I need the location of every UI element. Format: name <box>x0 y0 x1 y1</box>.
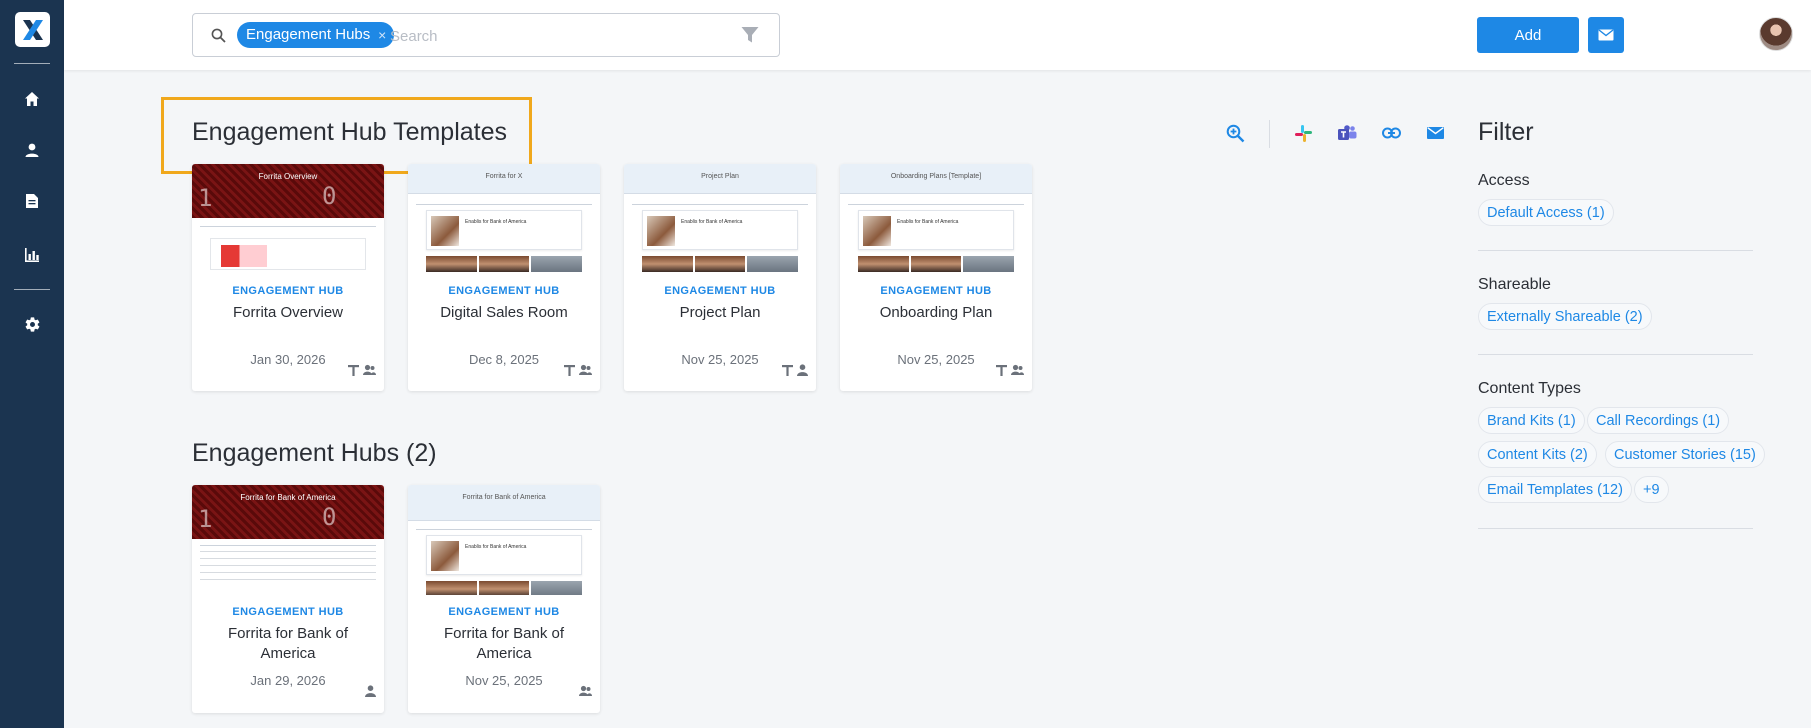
document-icon[interactable] <box>20 189 44 213</box>
search-bar[interactable]: Engagement Hubs × <box>192 13 780 57</box>
analytics-icon[interactable] <box>20 243 44 267</box>
card-title: Digital Sales Room <box>440 304 568 321</box>
filter-pill-externally-shareable[interactable]: Externally Shareable (2) <box>1478 303 1652 330</box>
shareable-label: Shareable <box>1478 276 1551 293</box>
card-thumbnail: Forrita for Bank of America 1 0 <box>192 485 384 595</box>
teams-icon[interactable] <box>1336 122 1358 144</box>
group-icon <box>579 364 592 375</box>
filter-pill-brand-kits[interactable]: Brand Kits (1) <box>1478 407 1585 434</box>
template-icon <box>996 364 1007 376</box>
template-card-digital-sales-room[interactable]: Forrita for X Enablis for Bank of Americ… <box>408 164 600 391</box>
thumbnail-title: Forrita for Bank of America <box>240 493 336 502</box>
thumbnail-title: Onboarding Plans [Template] <box>890 173 982 180</box>
filter-pill-call-recordings[interactable]: Call Recordings (1) <box>1587 407 1730 434</box>
template-icon <box>782 364 793 376</box>
card-tag: ENGAGEMENT HUB <box>232 285 344 297</box>
card-thumbnail: Forrita for X Enablis for Bank of Americ… <box>408 164 600 274</box>
zoom-in-icon[interactable] <box>1224 122 1246 144</box>
gear-icon[interactable] <box>20 312 44 336</box>
user-icon[interactable] <box>20 138 44 162</box>
share-divider <box>1269 120 1270 148</box>
card-title: Forrita for Bank of America <box>443 625 565 662</box>
filter-chip-label: Engagement Hubs <box>246 26 371 43</box>
filter-more-button[interactable]: +9 <box>1634 476 1669 503</box>
filter-pill-customer-stories[interactable]: Customer Stories (15) <box>1605 441 1765 468</box>
group-icon <box>579 685 592 696</box>
slack-icon[interactable] <box>1292 122 1314 144</box>
card-tag: ENGAGEMENT HUB <box>664 285 776 297</box>
template-card-forrita-overview[interactable]: Forrita Overview 1 0 ENGAGEMENT HUB Forr… <box>192 164 384 391</box>
card-tag: ENGAGEMENT HUB <box>448 606 560 618</box>
thumbnail-title: Project Plan <box>701 173 739 180</box>
filter-divider <box>1478 250 1753 251</box>
templates-section-title: Engagement Hub Templates <box>192 118 508 146</box>
add-button[interactable]: Add <box>1477 17 1579 53</box>
home-icon[interactable] <box>20 87 44 111</box>
group-icon <box>1011 364 1024 375</box>
card-thumbnail: Project Plan Enablis for Bank of America <box>624 164 816 274</box>
card-thumbnail: Forrita Overview 1 0 <box>192 164 384 274</box>
card-tag: ENGAGEMENT HUB <box>880 285 992 297</box>
card-title: Onboarding Plan <box>879 304 993 321</box>
card-title: Forrita for Bank of America <box>227 625 349 662</box>
card-title: Project Plan <box>679 304 761 321</box>
person-icon <box>797 364 808 376</box>
template-card-onboarding-plan[interactable]: Onboarding Plans [Template] Enablis for … <box>840 164 1032 391</box>
hub-card[interactable]: Forrita for Bank of America Enablis for … <box>408 485 600 713</box>
filter-divider <box>1478 354 1753 355</box>
sidebar-divider <box>14 63 50 64</box>
card-thumbnail: Forrita for Bank of America Enablis for … <box>408 485 600 595</box>
avatar[interactable] <box>1759 17 1793 51</box>
app-logo[interactable] <box>15 12 50 47</box>
filter-pill-email-templates[interactable]: Email Templates (12) <box>1478 476 1632 503</box>
card-tag: ENGAGEMENT HUB <box>448 285 560 297</box>
search-input[interactable] <box>390 24 710 48</box>
group-icon <box>363 364 376 375</box>
chip-remove-button[interactable]: × <box>378 22 386 48</box>
filter-title: Filter <box>1478 118 1534 146</box>
card-thumbnail: Onboarding Plans [Template] Enablis for … <box>840 164 1032 274</box>
thumbnail-title: Forrita for Bank of America <box>462 494 546 501</box>
thumbnail-title: Forrita Overview <box>258 172 318 181</box>
funnel-icon[interactable] <box>741 26 759 49</box>
filter-divider <box>1478 528 1753 529</box>
access-label: Access <box>1478 172 1530 189</box>
email-share-icon[interactable] <box>1424 122 1446 144</box>
card-title: Forrita Overview <box>232 304 344 321</box>
card-date: Nov 25, 2025 <box>465 673 543 688</box>
thumbnail-title: Forrita for X <box>485 173 523 180</box>
template-icon <box>348 364 359 376</box>
email-button[interactable] <box>1588 17 1624 53</box>
sidebar-divider <box>14 289 50 290</box>
envelope-icon <box>1598 29 1614 41</box>
template-card-project-plan[interactable]: Project Plan Enablis for Bank of America… <box>624 164 816 391</box>
filter-pill-content-kits[interactable]: Content Kits (2) <box>1478 441 1597 468</box>
top-bar: Engagement Hubs × Add <box>64 0 1811 70</box>
content-types-label: Content Types <box>1478 380 1581 397</box>
sidebar <box>0 0 64 728</box>
link-icon[interactable] <box>1380 122 1402 144</box>
hub-card[interactable]: Forrita for Bank of America 1 0 ENGAGEME… <box>192 485 384 713</box>
filter-pill-default-access[interactable]: Default Access (1) <box>1478 199 1614 226</box>
card-tag: ENGAGEMENT HUB <box>232 606 344 618</box>
filter-chip[interactable]: Engagement Hubs × <box>237 22 395 48</box>
template-icon <box>564 364 575 376</box>
hubs-section-title: Engagement Hubs (2) <box>192 439 437 467</box>
card-date: Jan 29, 2026 <box>250 673 326 688</box>
search-icon <box>211 28 226 48</box>
person-icon <box>365 685 376 697</box>
